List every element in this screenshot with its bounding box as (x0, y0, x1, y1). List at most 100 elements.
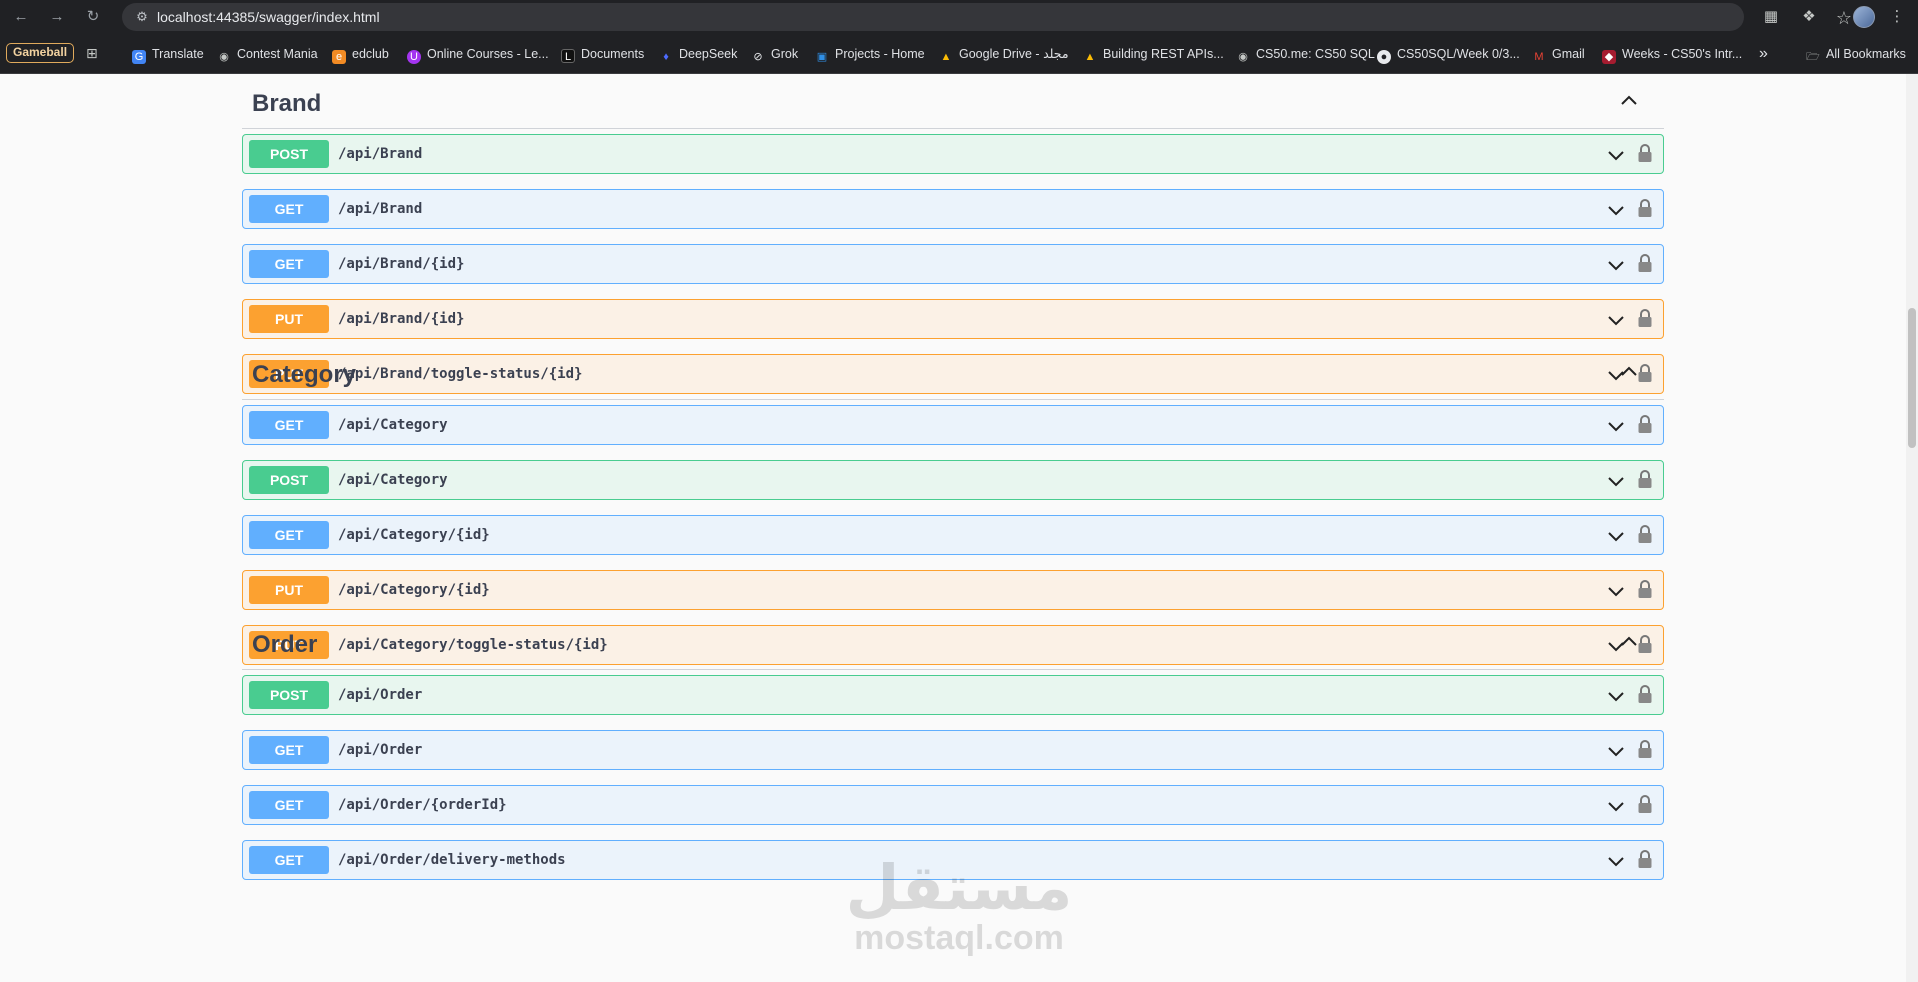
site-info-icon[interactable]: ⚙ (134, 9, 150, 25)
github-icon: ● (1377, 50, 1391, 64)
bookmark-translate[interactable]: G Translate (132, 45, 204, 64)
operation-path: /api/Brand/{id} (338, 256, 465, 272)
bookmark-gameball[interactable]: Gameball (6, 43, 75, 63)
operation-post[interactable]: POST/api/Category (242, 460, 1664, 500)
operation-put[interactable]: PUT/api/Category/{id} (242, 570, 1664, 610)
qr-code-icon[interactable]: ▦ (1760, 6, 1782, 28)
operation-get[interactable]: GET/api/Category/{id} (242, 515, 1664, 555)
operation-path: /api/Order (338, 687, 423, 703)
bookmark-gmail[interactable]: M Gmail (1532, 45, 1584, 63)
method-badge: PUT (249, 305, 329, 333)
operation-path: /api/Category/{id} (338, 527, 490, 543)
expand-chevron-down-icon[interactable] (1607, 855, 1625, 867)
operation-get[interactable]: GET/api/Order/{orderId} (242, 785, 1664, 825)
method-badge: GET (249, 521, 329, 549)
translate-icon: G (132, 50, 146, 64)
operation-path: /api/Brand (338, 201, 423, 217)
method-badge: GET (249, 791, 329, 819)
operation-post[interactable]: POST/api/Order (242, 675, 1664, 715)
lock-icon[interactable] (1637, 414, 1653, 434)
reload-icon[interactable]: ↻ (82, 6, 104, 28)
lock-icon[interactable] (1637, 308, 1653, 328)
lock-icon[interactable] (1637, 739, 1653, 759)
globe-icon: ◉ (219, 51, 229, 63)
tag-header[interactable]: Order (242, 615, 1664, 670)
expand-chevron-down-icon[interactable] (1607, 314, 1625, 326)
lock-icon[interactable] (1637, 524, 1653, 544)
folder-icon: 🗁 (1806, 51, 1820, 63)
lock-icon[interactable] (1637, 579, 1653, 599)
url-text[interactable]: localhost:44385/swagger/index.html (157, 9, 380, 25)
tag-section-order: Order POST/api/Order GET/api/Order GET/api/… (242, 615, 1664, 880)
expand-chevron-down-icon[interactable] (1607, 585, 1625, 597)
expand-chevron-down-icon[interactable] (1607, 690, 1625, 702)
expand-chevron-down-icon[interactable] (1607, 259, 1625, 271)
lock-icon[interactable] (1637, 684, 1653, 704)
back-arrow-icon[interactable]: ← (10, 6, 32, 28)
operation-get[interactable]: GET/api/Order (242, 730, 1664, 770)
lock-icon[interactable] (1637, 794, 1653, 814)
extensions-icon[interactable]: ❖ (1798, 6, 1820, 28)
method-badge: GET (249, 411, 329, 439)
expand-chevron-down-icon[interactable] (1607, 475, 1625, 487)
bookmark-cs50sql-github[interactable]: ● CS50SQL/Week 0/3... (1377, 45, 1520, 64)
document-icon: L (561, 49, 575, 63)
operation-path: /api/Category (338, 417, 448, 433)
tag-title: Brand (252, 90, 322, 117)
operation-get[interactable]: GET/api/Brand/{id} (242, 244, 1664, 284)
operation-path: /api/Order/delivery-methods (338, 852, 566, 868)
method-badge: GET (249, 250, 329, 278)
bookmark-google-drive[interactable]: ▲ Google Drive - مجلد (939, 45, 1069, 63)
bookmark-edclub[interactable]: e edclub (332, 45, 389, 64)
operation-path: /api/Brand/{id} (338, 311, 465, 327)
lock-icon[interactable] (1637, 143, 1653, 163)
bookmark-cs50-sql[interactable]: ◉ CS50.me: CS50 SQL (1236, 45, 1375, 63)
bookmark-star-icon[interactable]: ☆ (1834, 8, 1854, 28)
lock-icon[interactable] (1637, 469, 1653, 489)
operation-put[interactable]: PUT/api/Brand/{id} (242, 299, 1664, 339)
scrollbar-thumb[interactable] (1908, 308, 1916, 448)
collapse-chevron-up-icon[interactable] (1620, 635, 1638, 647)
udemy-icon: U (407, 50, 421, 64)
operation-get[interactable]: GET/api/Order/delivery-methods (242, 840, 1664, 880)
tag-title: Order (252, 631, 318, 658)
operation-path: /api/Brand (338, 146, 423, 162)
expand-chevron-down-icon[interactable] (1607, 800, 1625, 812)
bookmark-grok[interactable]: ⊘ Grok (751, 45, 798, 63)
expand-chevron-down-icon[interactable] (1607, 420, 1625, 432)
collapse-chevron-up-icon[interactable] (1620, 365, 1638, 377)
collapse-chevron-up-icon[interactable] (1620, 94, 1638, 106)
bookmark-projects-home[interactable]: ▣ Projects - Home (815, 45, 925, 63)
browser-toolbar: ← → ↻ ⚙ localhost:44385/swagger/index.ht… (0, 0, 1918, 34)
apps-grid-icon[interactable]: ⊞ (86, 45, 102, 61)
lock-icon[interactable] (1637, 198, 1653, 218)
expand-chevron-down-icon[interactable] (1607, 745, 1625, 757)
page-scrollbar[interactable] (1906, 74, 1918, 982)
bookmarks-overflow-chevron-icon[interactable]: » (1759, 45, 1768, 63)
expand-chevron-down-icon[interactable] (1607, 149, 1625, 161)
tag-header[interactable]: Category (242, 345, 1664, 400)
method-badge: GET (249, 846, 329, 874)
lock-icon[interactable] (1637, 849, 1653, 869)
menu-kebab-icon[interactable]: ⋮ (1886, 6, 1908, 28)
tag-header[interactable]: Brand (242, 74, 1664, 129)
operation-path: /api/Category (338, 472, 448, 488)
azure-devops-icon: ▣ (816, 51, 828, 63)
bookmark-building-rest-apis[interactable]: ▲ Building REST APIs... (1083, 45, 1224, 63)
operation-path: /api/Category/{id} (338, 582, 490, 598)
operation-post[interactable]: POST/api/Brand (242, 134, 1664, 174)
operation-get[interactable]: GET/api/Brand (242, 189, 1664, 229)
expand-chevron-down-icon[interactable] (1607, 530, 1625, 542)
expand-chevron-down-icon[interactable] (1607, 204, 1625, 216)
bookmark-documents[interactable]: L Documents (561, 45, 644, 63)
operation-get[interactable]: GET/api/Category (242, 405, 1664, 445)
lock-icon[interactable] (1637, 253, 1653, 273)
profile-avatar[interactable] (1853, 6, 1875, 28)
all-bookmarks[interactable]: 🗁 All Bookmarks (1806, 45, 1906, 63)
bookmark-deepseek[interactable]: ♦ DeepSeek (659, 45, 737, 63)
bookmark-contest-mania[interactable]: ◉ Contest Mania (217, 45, 317, 63)
bookmark-online-courses[interactable]: U Online Courses - Le... (407, 45, 549, 64)
address-bar[interactable]: ⚙ localhost:44385/swagger/index.html ☆ (122, 3, 1852, 31)
bookmark-cs50-weeks[interactable]: ◆ Weeks - CS50's Intr... (1602, 45, 1742, 64)
forward-arrow-icon[interactable]: → (46, 6, 68, 28)
